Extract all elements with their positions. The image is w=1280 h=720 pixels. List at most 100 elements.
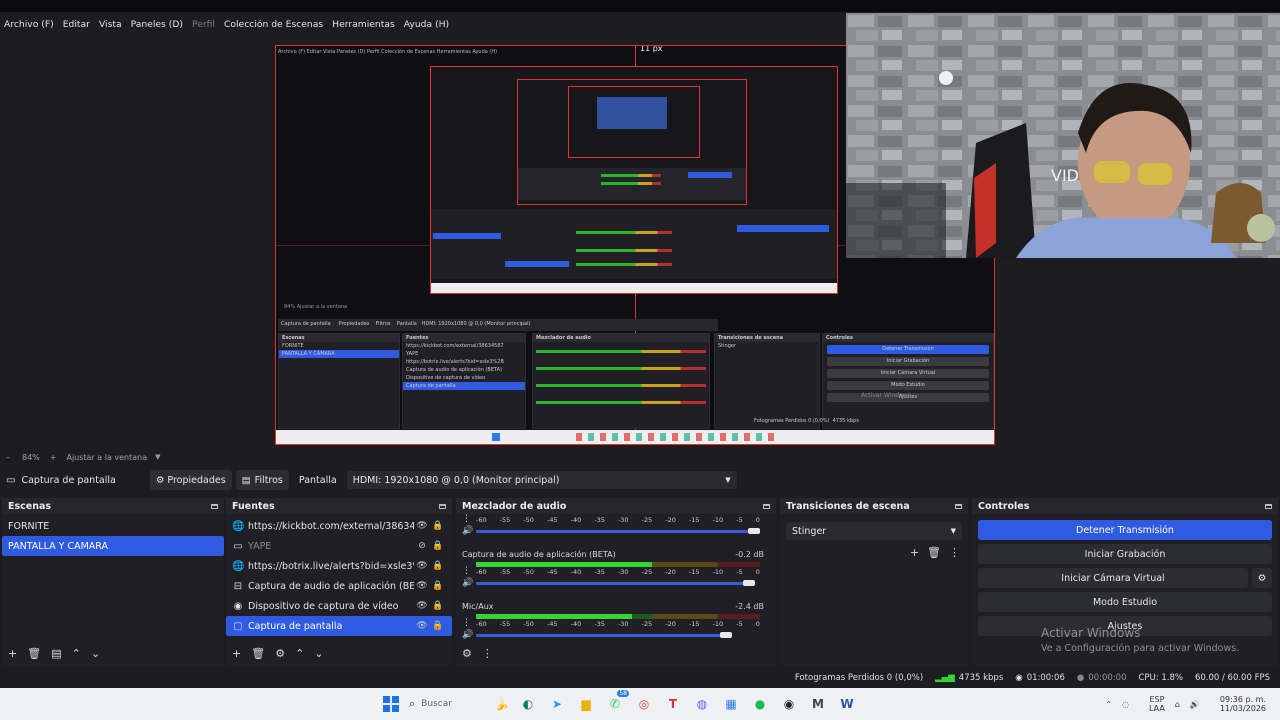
nested-preview-2 [517, 79, 747, 205]
windows-start-icon[interactable] [380, 693, 402, 715]
source-item[interactable]: ⊟ Captura de audio de aplicación (BETA) … [226, 576, 452, 596]
volume-icon[interactable]: 🔊 [462, 630, 473, 640]
clock[interactable]: 09:36 p. m. 11/03/2026 [1210, 695, 1266, 713]
volume-icon[interactable]: 🔊 [1190, 700, 1200, 709]
lock-icon[interactable]: 🔒 [430, 541, 446, 551]
eye-icon[interactable]: 👁 [414, 621, 430, 631]
lock-icon[interactable]: 🔒 [430, 581, 446, 591]
volume-fader[interactable] [476, 530, 755, 533]
network-icon[interactable]: ⌂ [1175, 700, 1180, 709]
trash-icon[interactable]: 🗑 [251, 647, 265, 660]
transition-select[interactable]: Stinger ▼ [786, 522, 962, 540]
undock-icon[interactable] [1265, 503, 1272, 509]
zoom-out-button[interactable]: – [6, 453, 10, 462]
start-virtual-camera-button[interactable]: Iniciar Cámara Virtual [978, 568, 1248, 588]
add-icon[interactable]: + [232, 647, 241, 660]
lock-icon[interactable]: 🔒 [430, 561, 446, 571]
undock-icon[interactable] [955, 503, 962, 509]
text-tool-icon[interactable]: T [662, 693, 684, 715]
whatsapp-icon[interactable]: ✆ 58 [604, 690, 629, 715]
file-explorer-icon[interactable]: ▆ [575, 693, 597, 715]
scene-label: PANTALLA Y CÁMARA [8, 540, 108, 552]
volume-fader-handle[interactable] [742, 580, 755, 586]
chevron-down-icon[interactable]: ▼ [155, 453, 160, 461]
undock-icon[interactable] [439, 503, 446, 509]
tray-app-icon[interactable]: ◌ [1122, 700, 1129, 709]
move-up-icon[interactable]: ⌃ [295, 647, 304, 660]
filter-icon[interactable]: ▤ [51, 647, 61, 660]
advanced-audio-icon[interactable]: ⚙ [462, 647, 472, 660]
channel-menu-icon[interactable]: ⋮ [462, 566, 471, 576]
menu-ayuda[interactable]: Ayuda (H) [404, 19, 449, 30]
eye-icon[interactable]: 👁 [414, 561, 430, 571]
source-item[interactable]: ◉ Dispositivo de captura de vídeo 👁 🔒 [226, 596, 452, 616]
menu-archivo[interactable]: Archivo (F) [4, 19, 54, 30]
chrome-icon[interactable]: ◎ [633, 693, 655, 715]
undock-icon[interactable] [763, 503, 770, 509]
source-item[interactable]: ▭ YAPE ⊘ 🔒 [226, 536, 452, 556]
gear-icon[interactable]: ⚙ [275, 647, 285, 660]
move-down-icon[interactable]: ⌄ [314, 647, 323, 660]
source-label: Captura de pantalla [248, 620, 343, 632]
start-recording-button[interactable]: Iniciar Grabación [978, 544, 1272, 564]
scene-item-fornite[interactable]: FORNITE [2, 516, 224, 536]
lock-icon[interactable]: 🔒 [430, 521, 446, 531]
language-indicator[interactable]: ESP LAA [1139, 695, 1165, 713]
eye-hidden-icon[interactable]: ⊘ [414, 541, 430, 551]
nested-docks-2 [518, 168, 746, 200]
window-top-strip [0, 0, 1280, 12]
mail-icon[interactable]: M [807, 693, 829, 715]
volume-icon[interactable]: 🔊 [462, 578, 473, 588]
move-down-icon[interactable]: ⌄ [91, 647, 100, 660]
word-icon[interactable]: W [836, 693, 858, 715]
add-icon[interactable]: + [910, 546, 919, 559]
virtual-camera-settings-button[interactable]: ⚙ [1252, 568, 1272, 588]
channel-menu-icon[interactable]: ⋮ [462, 514, 471, 524]
source-item-selected[interactable]: ▢ Captura de pantalla 👁 🔒 [226, 616, 452, 636]
more-options-icon[interactable]: ⋮ [949, 546, 960, 559]
menu-coleccion-escenas[interactable]: Colección de Escenas [224, 19, 323, 30]
eye-icon[interactable]: 👁 [414, 521, 430, 531]
volume-fader-handle[interactable] [719, 632, 732, 638]
edge-icon[interactable]: ◐ [517, 693, 539, 715]
lock-icon[interactable]: 🔒 [430, 621, 446, 631]
volume-icon[interactable]: 🔊 [462, 526, 473, 536]
discord-icon[interactable]: ◍ [691, 693, 713, 715]
menu-vista[interactable]: Vista [99, 19, 122, 30]
monitor-select[interactable]: HDMI: 1920x1080 @ 0,0 (Monitor principal… [346, 471, 737, 489]
spotify-icon[interactable]: ● [749, 693, 771, 715]
menu-herramientas[interactable]: Herramientas [332, 19, 395, 30]
stop-stream-button[interactable]: Detener Transmisión [978, 520, 1272, 540]
move-up-icon[interactable]: ⌃ [72, 647, 81, 660]
source-item[interactable]: 🌐 https://botrix.live/alerts?bid=xsle3%2… [226, 556, 452, 576]
trash-icon[interactable]: 🗑 [927, 546, 941, 559]
more-options-icon[interactable]: ⋮ [482, 647, 493, 660]
tray-chevron-icon[interactable]: ⌃ [1105, 700, 1112, 709]
trash-icon[interactable]: 🗑 [27, 647, 41, 660]
volume-fader[interactable] [476, 582, 749, 585]
eye-icon[interactable]: 👁 [414, 601, 430, 611]
channel-menu-icon[interactable]: ⋮ [462, 618, 471, 628]
scene-item-pantalla-y-camara[interactable]: PANTALLA Y CÁMARA [2, 536, 224, 556]
add-icon[interactable]: + [8, 647, 17, 660]
menu-paneles[interactable]: Paneles (D) [131, 19, 183, 30]
browser-icon: 🌐 [232, 560, 245, 572]
volume-fader-handle[interactable] [748, 528, 761, 534]
menu-editar[interactable]: Editar [63, 19, 90, 30]
obs-icon[interactable]: ◉ [778, 693, 800, 715]
calculator-icon[interactable]: ▦ [720, 693, 742, 715]
source-item[interactable]: 🌐 https://kickbot.com/external/38634587 … [226, 516, 452, 536]
properties-button[interactable]: ⚙ Propiedades [149, 470, 232, 490]
undock-icon[interactable] [211, 503, 218, 509]
studio-mode-button[interactable]: Modo Estudio [978, 592, 1272, 612]
taskbar-search[interactable]: ⌕ Buscar 🍌 [409, 693, 509, 715]
webcam-feed: VID [846, 13, 1280, 258]
current-source-label: Captura de pantalla [21, 474, 116, 486]
filters-button[interactable]: ▤ Filtros [235, 470, 289, 490]
zoom-in-button[interactable]: + [50, 453, 57, 462]
source-label: YAPE [248, 540, 272, 552]
telegram-icon[interactable]: ➤ [546, 693, 568, 715]
lock-icon[interactable]: 🔒 [430, 601, 446, 611]
volume-fader[interactable] [476, 634, 726, 637]
eye-icon[interactable]: 👁 [414, 581, 430, 591]
